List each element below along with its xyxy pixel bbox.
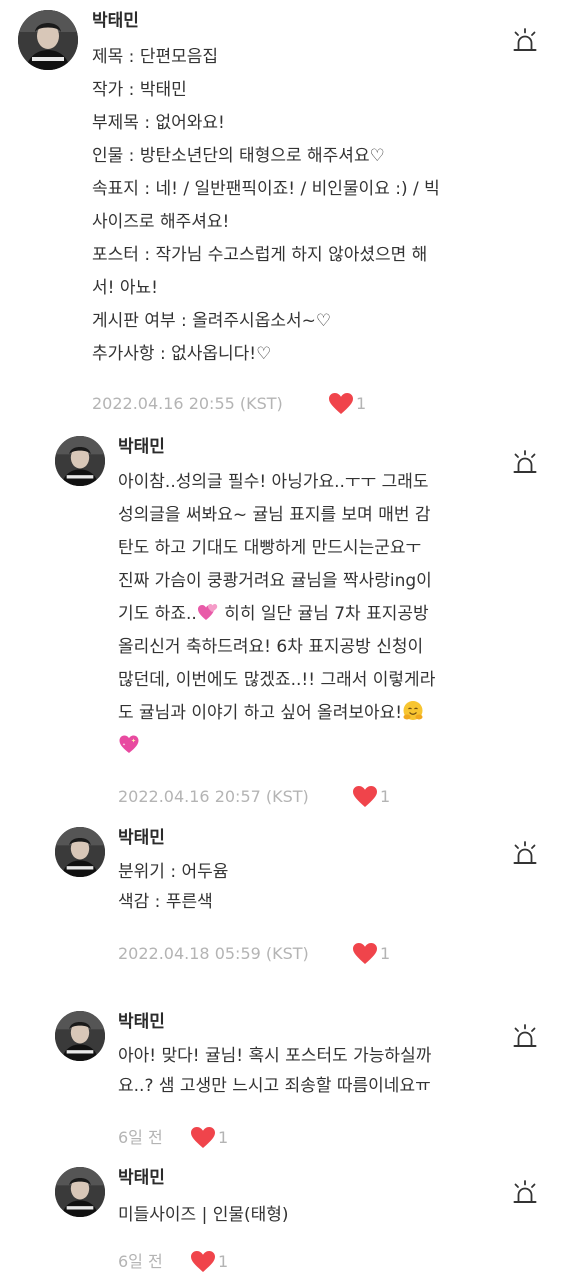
comment-line: 추가사항 : 없사옵니다!♡ [92,344,272,364]
comment-author[interactable]: 박태민 [92,10,139,32]
siren-icon[interactable] [512,450,538,476]
heart-icon [190,1126,216,1150]
comment-author[interactable]: 박태민 [118,436,165,458]
comment-line: 부제목 : 없어와요! [92,113,225,133]
like-button[interactable]: 1 [328,392,366,416]
avatar[interactable] [55,827,105,877]
siren-icon[interactable] [512,1180,538,1206]
comment-line: 아아! 맞다! 귤님! 혹시 포스터도 가능하실까 [118,1046,432,1066]
like-button[interactable]: 1 [190,1250,228,1274]
avatar[interactable] [55,1167,105,1217]
comment-line: 아이참..성의글 필수! 아닝가요..ㅜㅜ 그래도 [118,472,429,492]
comment-line: 분위기 : 어두윰 [118,862,229,882]
comment-timestamp: 6일 전 [118,1252,163,1271]
comment-body: 아이참..성의글 필수! 아닝가요..ㅜㅜ 그래도 성의글을 써봐요~ 귤님 표… [118,466,435,763]
sparkling-heart-emoji [118,733,140,755]
comment-body: 아아! 맞다! 귤님! 혹시 포스터도 가능하실까 요..? 샘 고생만 느시고… [118,1041,431,1101]
like-count: 1 [218,1252,229,1271]
like-button[interactable]: 1 [352,785,390,809]
comment-body: 제목 : 단편모음집 작가 : 박태민 부제목 : 없어와요! 인물 : 방탄소… [92,41,440,371]
comment-line: 도 귤님과 이야기 하고 싶어 올려보아요! [118,697,435,730]
comment-timestamp: 2022.04.18 05:59 (KST) [118,944,309,963]
heart-icon [352,942,378,966]
comment-line: 많던데, 이번에도 많겠죠..!! 그래서 이렇게라 [118,670,436,690]
siren-icon[interactable] [512,28,538,54]
hugging-face-emoji [402,700,424,722]
comment-line-text: 히히 일단 귤님 7차 표지공방 [218,604,429,624]
avatar-image [55,1167,105,1217]
comment-author[interactable]: 박태민 [118,1011,165,1033]
comment-line: 요..? 샘 고생만 느시고 죄송할 따름이네요ㅠ [118,1076,431,1096]
comment-author[interactable]: 박태민 [118,1167,165,1189]
comment-line-text: 기도 하죠.. [118,604,197,624]
heart-icon [328,392,354,416]
avatar[interactable] [55,436,105,486]
comment-line: 색감 : 푸른색 [118,892,213,912]
like-count: 1 [218,1128,229,1147]
comment-timestamp: 6일 전 [118,1128,163,1147]
comment-timestamp: 2022.04.16 20:57 (KST) [118,787,309,806]
comment-line: 작가 : 박태민 [92,80,187,100]
comment-line: 성의글을 써봐요~ 귤님 표지를 보며 매번 감 [118,505,431,525]
comment-line: 기도 하죠.. 히히 일단 귤님 7차 표지공방 [118,598,435,631]
comment-line: 올리신거 축하드려요! 6차 표지공방 신청이 [118,637,424,657]
comment-line: 사이즈로 해주셔요! [92,212,230,232]
comment-line: 속표지 : 네! / 일반팬픽이죠! / 비인물이요 :) / 빅 [92,179,440,199]
avatar[interactable] [55,1011,105,1061]
comment-line: 게시판 여부 : 올려주시옵소서~♡ [92,311,332,331]
heart-icon [190,1250,216,1274]
like-count: 1 [356,394,367,413]
comment-line: 서! 아뇨! [92,278,158,298]
avatar-image [55,436,105,486]
comment-line [118,730,435,763]
like-count: 1 [380,944,391,963]
comment-line: 미들사이즈 | 인물(태형) [118,1205,289,1225]
comment-line: 포스터 : 작가님 수고스럽게 하지 않아셨으면 해 [92,245,428,265]
siren-icon[interactable] [512,1024,538,1050]
avatar-image [55,1011,105,1061]
comment-line: 제목 : 단편모음집 [92,47,219,67]
comment-body: 미들사이즈 | 인물(태형) [118,1200,289,1230]
comment-timestamp: 2022.04.16 20:55 (KST) [92,394,283,413]
avatar-image [18,10,78,70]
comment-line-text: 도 귤님과 이야기 하고 싶어 올려보아요! [118,703,403,723]
heart-icon [352,785,378,809]
like-button[interactable]: 1 [190,1126,228,1150]
avatar-image [55,827,105,877]
like-count: 1 [380,787,391,806]
comment-line: 탄도 하고 기대도 대빵하게 만드시는군요ㅜ [118,538,422,558]
comment-body: 분위기 : 어두윰 색감 : 푸른색 [118,857,228,917]
comment-line: 진짜 가슴이 쿵쾅거려요 귤님을 짝사랑ing이 [118,571,432,591]
two-hearts-emoji [197,601,219,623]
like-button[interactable]: 1 [352,942,390,966]
siren-icon[interactable] [512,841,538,867]
comment-author[interactable]: 박태민 [118,827,165,849]
avatar[interactable] [18,10,78,70]
comment-line: 인물 : 방탄소년단의 태형으로 해주셔요♡ [92,146,385,166]
